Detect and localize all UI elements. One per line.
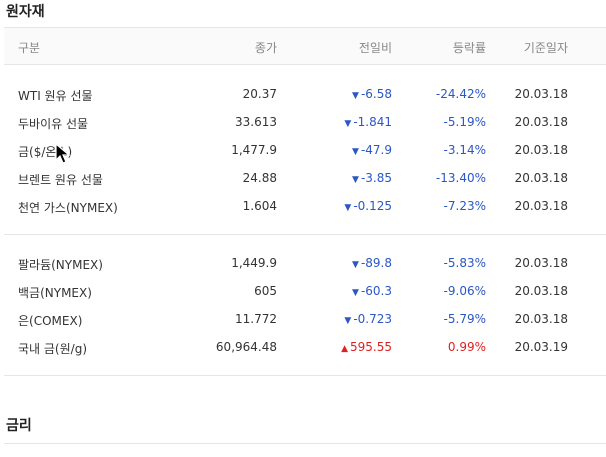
change-rate: -5.19% (443, 115, 486, 129)
col-header-rate: 등락률 (452, 41, 486, 55)
close-price: 1.604 (242, 199, 277, 213)
close-price: 1,449.9 (231, 256, 277, 270)
change-value: ▼ -0.723 (344, 312, 392, 326)
reference-date: 20.03.18 (514, 171, 568, 185)
change-amount: -89.8 (360, 256, 392, 270)
change-amount: -6.58 (360, 87, 392, 101)
change-value: ▼ -3.85 (352, 171, 392, 185)
table-row[interactable]: 금($/온스) 1,477.9 ▼ -47.9 -3.14% 20.03.18 (4, 136, 606, 164)
table-bottom-border (4, 375, 606, 376)
table-row[interactable]: 천연 가스(NYMEX) 1.604 ▼ -0.125 -7.23% 20.03.18 (4, 192, 606, 220)
change-value: ▼ -1.841 (344, 115, 392, 129)
change-value: ▼ -6.58 (352, 87, 392, 101)
item-name-link[interactable]: WTI 원유 선물 (18, 87, 93, 104)
change-rate: -5.83% (443, 256, 486, 270)
col-header-change: 전일비 (358, 41, 392, 55)
change-rate: -13.40% (435, 171, 486, 185)
table-row[interactable]: 국내 금(원/g) 60,964.48 ▲ 595.55 0.99% 20.03.19 (4, 333, 606, 361)
col-header-date: 기준일자 (523, 41, 568, 55)
item-name-link[interactable]: 천연 가스(NYMEX) (18, 199, 118, 216)
table-header: 구분 종가 전일비 등락률 기준일자 (4, 27, 606, 65)
table-row[interactable]: 두바이유 선물 33.613 ▼ -1.841 -5.19% 20.03.18 (4, 108, 606, 136)
item-name-link[interactable]: 백금(NYMEX) (18, 284, 92, 301)
change-rate: -9.06% (443, 284, 486, 298)
close-price: 24.88 (242, 171, 277, 185)
triangle-down-icon: ▼ (352, 147, 359, 157)
reference-date: 20.03.19 (514, 340, 568, 354)
reference-date: 20.03.18 (514, 143, 568, 157)
change-rate: -3.14% (443, 143, 486, 157)
reference-date: 20.03.18 (514, 115, 568, 129)
col-header-category: 구분 (18, 41, 41, 55)
triangle-down-icon: ▼ (352, 288, 359, 298)
change-value: ▼ -47.9 (352, 143, 392, 157)
reference-date: 20.03.18 (514, 312, 568, 326)
triangle-down-icon: ▼ (344, 203, 352, 213)
change-rate: 0.99% (447, 340, 486, 354)
triangle-down-icon: ▼ (344, 119, 352, 129)
change-amount: -3.85 (360, 171, 392, 185)
group-divider (4, 234, 606, 235)
triangle-down-icon: ▼ (344, 316, 352, 326)
item-name-link[interactable]: 은(COMEX) (18, 312, 82, 329)
item-name-link[interactable]: 브렌트 원유 선물 (18, 171, 103, 188)
section-title-commodities: 원자재 (6, 4, 45, 20)
col-header-close: 종가 (254, 41, 277, 55)
item-name-link[interactable]: 국내 금(원/g) (18, 340, 87, 357)
change-amount: -1.841 (353, 115, 392, 129)
close-price: 11.772 (235, 312, 277, 326)
change-value: ▼ -60.3 (352, 284, 392, 298)
reference-date: 20.03.18 (514, 199, 568, 213)
table-row[interactable]: 브렌트 원유 선물 24.88 ▼ -3.85 -13.40% 20.03.18 (4, 164, 606, 192)
change-rate: -7.23% (443, 199, 486, 213)
change-value: ▲ 595.55 (341, 340, 392, 354)
table-row[interactable]: WTI 원유 선물 20.37 ▼ -6.58 -24.42% 20.03.18 (4, 80, 606, 108)
triangle-down-icon: ▼ (352, 91, 359, 101)
close-price: 60,964.48 (215, 340, 277, 354)
change-amount: -60.3 (360, 284, 392, 298)
item-name-link[interactable]: 팔라듐(NYMEX) (18, 256, 103, 273)
change-rate: -5.79% (443, 312, 486, 326)
table-row[interactable]: 백금(NYMEX) 605 ▼ -60.3 -9.06% 20.03.18 (4, 277, 606, 305)
change-value: ▼ -0.125 (344, 199, 392, 213)
close-price: 1,477.9 (231, 143, 277, 157)
triangle-up-icon: ▲ (341, 344, 348, 354)
rates-header-border (4, 443, 606, 444)
change-rate: -24.42% (435, 87, 486, 101)
reference-date: 20.03.18 (514, 256, 568, 270)
close-price: 20.37 (242, 87, 277, 101)
change-amount: 595.55 (350, 340, 392, 354)
triangle-down-icon: ▼ (352, 175, 359, 185)
change-amount: -0.723 (353, 312, 392, 326)
change-amount: -47.9 (360, 143, 392, 157)
change-value: ▼ -89.8 (352, 256, 392, 270)
reference-date: 20.03.18 (514, 284, 568, 298)
table-row[interactable]: 은(COMEX) 11.772 ▼ -0.723 -5.79% 20.03.18 (4, 305, 606, 333)
section-title-rates: 금리 (6, 418, 32, 434)
reference-date: 20.03.18 (514, 87, 568, 101)
mouse-cursor-icon (55, 143, 71, 164)
change-amount: -0.125 (353, 199, 392, 213)
close-price: 605 (254, 284, 277, 298)
triangle-down-icon: ▼ (352, 260, 359, 270)
close-price: 33.613 (235, 115, 277, 129)
table-row[interactable]: 팔라듐(NYMEX) 1,449.9 ▼ -89.8 -5.83% 20.03.18 (4, 249, 606, 277)
item-name-link[interactable]: 두바이유 선물 (18, 115, 88, 132)
